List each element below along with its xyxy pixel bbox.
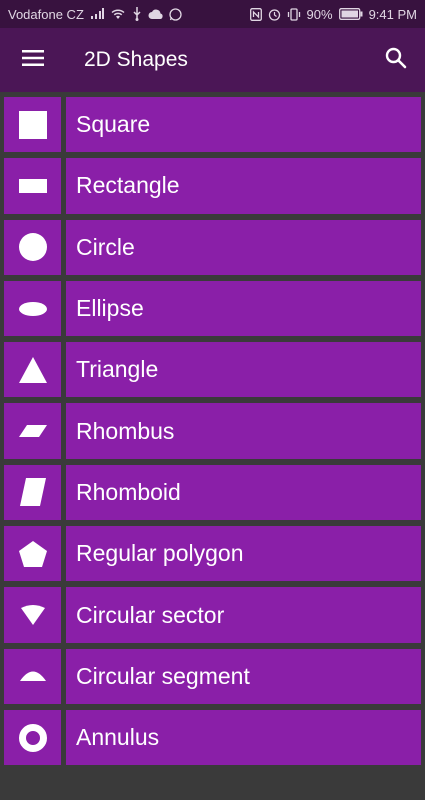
battery-percent: 90% [306,6,333,22]
square-icon [18,110,47,139]
list-item-circular-segment[interactable]: Circular segment [0,646,425,707]
app-bar: 2D Shapes [0,28,425,92]
signal-icon [90,8,104,20]
list-item-icon-cell [4,709,61,766]
carrier-name: Vodafone CZ [8,6,84,22]
wifi-icon [110,8,126,20]
list-item-rhomboid[interactable]: Rhomboid [0,462,425,523]
list-item-icon-cell [4,587,61,643]
cloud-icon [148,9,163,19]
shapes-list: Square Rectangle Circle Ellipse Triangle… [0,94,425,768]
circular-segment-icon [19,671,46,682]
list-item-triangle[interactable]: Triangle [0,339,425,400]
annulus-icon [18,723,47,752]
page-title: 2D Shapes [84,48,188,71]
list-item-label: Rectangle [66,158,421,214]
list-item-label: Circle [66,219,421,275]
list-item-icon-cell [4,648,61,704]
clock: 9:41 PM [368,6,417,22]
list-item-circle[interactable]: Circle [0,217,425,278]
list-item-label: Rhombus [66,403,421,459]
rhomboid-icon [19,478,46,507]
list-item-label: Triangle [66,342,421,398]
whatsapp-icon [169,7,182,21]
triangle-icon [18,356,47,383]
status-bar: Vodafone CZ 90% 9:41 PM [0,0,425,28]
list-item-square[interactable]: Square [0,94,425,155]
list-item-icon-cell [4,219,61,275]
rhombus-icon [18,425,47,438]
nfc-icon [249,7,262,21]
ellipse-icon [18,301,47,316]
list-item-ellipse[interactable]: Ellipse [0,278,425,339]
list-item-label: Regular polygon [66,526,421,582]
list-item-icon-cell [4,342,61,398]
list-item-icon-cell [4,526,61,582]
list-item-icon-cell [4,280,61,337]
list-item-rhombus[interactable]: Rhombus [0,400,425,461]
menu-button[interactable] [0,28,66,92]
battery-icon [338,8,363,20]
list-item-icon-cell [4,403,61,459]
rectangle-icon [18,178,47,193]
list-item-icon-cell [4,97,61,153]
pentagon-icon [18,540,47,567]
search-button[interactable] [367,28,425,92]
list-item-annulus[interactable]: Annulus [0,707,425,768]
usb-icon [132,7,142,21]
list-item-label: Circular sector [66,587,421,643]
hamburger-menu-icon [22,49,44,71]
list-item-circular-sector[interactable]: Circular sector [0,584,425,645]
search-icon [385,47,407,74]
circle-icon [18,233,47,262]
vibrate-icon [287,7,301,21]
list-item-regular-polygon[interactable]: Regular polygon [0,523,425,584]
list-item-icon-cell [4,158,61,214]
status-right: 90% 9:41 PM [249,6,417,22]
alarm-icon [268,8,281,21]
list-item-label: Square [66,97,421,153]
list-item-label: Annulus [66,709,421,766]
circular-sector-icon [20,605,45,626]
list-item-icon-cell [4,464,61,521]
list-item-label: Ellipse [66,280,421,337]
status-left: Vodafone CZ [8,7,250,22]
list-item-rectangle[interactable]: Rectangle [0,155,425,216]
list-item-label: Circular segment [66,648,421,704]
list-item-label: Rhomboid [66,464,421,521]
